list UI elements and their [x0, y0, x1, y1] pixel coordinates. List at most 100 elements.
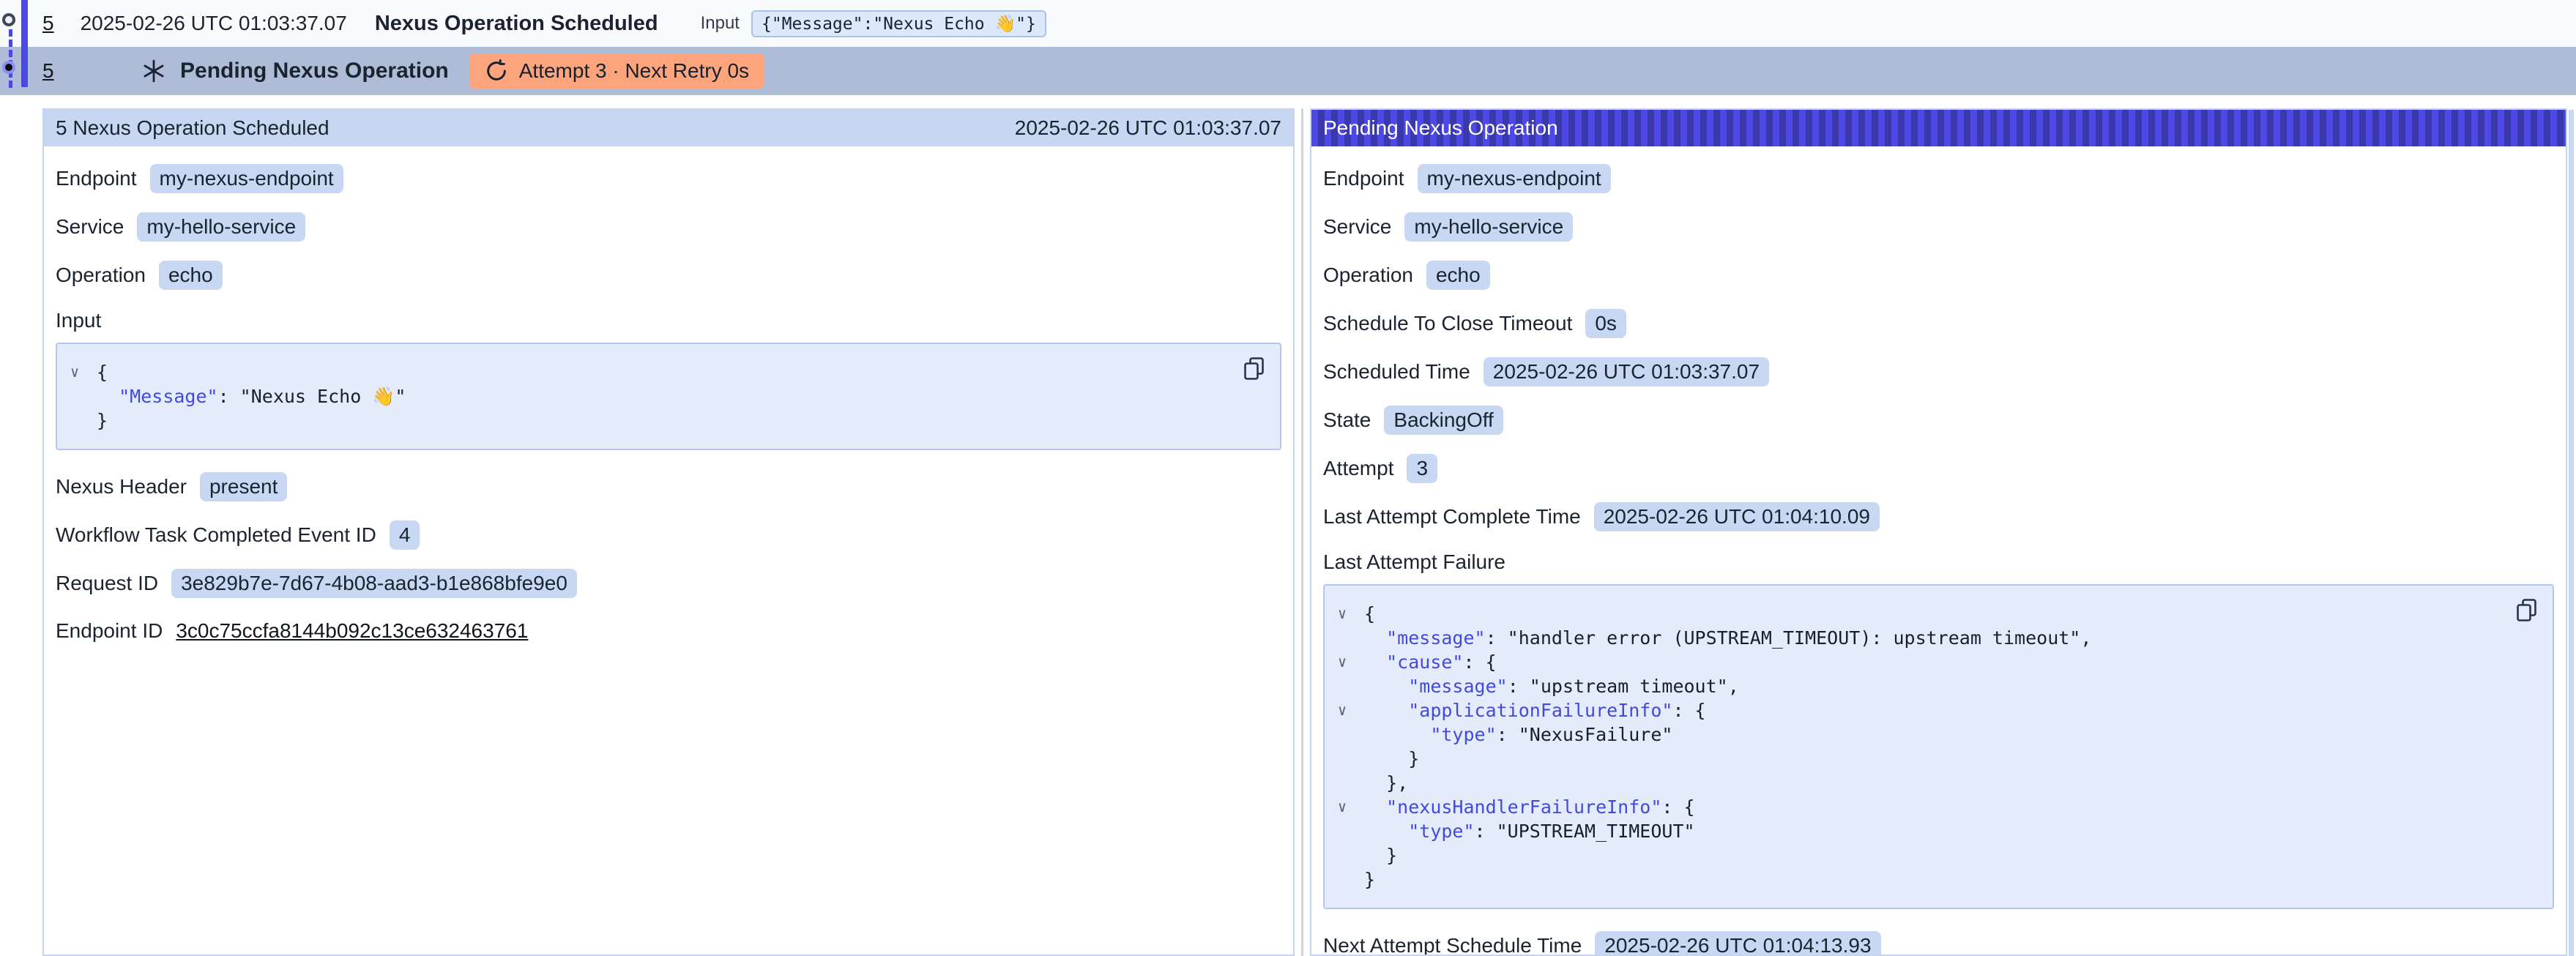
input-json-lines: ∨{ "Message": "Nexus Echo 👋"}	[64, 360, 1229, 433]
input-preview-chip: {"Message":"Nexus Echo 👋"}	[751, 10, 1046, 37]
field-request-id: Request ID3e829b7e-7d67-4b08-aad3-b1e868…	[56, 569, 1281, 598]
code-gutter	[64, 408, 97, 433]
code-gutter	[1332, 843, 1364, 867]
scheduled-event-fields: Endpoint my-nexus-endpoint Service my-hello…	[56, 164, 1281, 290]
field-workflow-task-completed-event-id: Workflow Task Completed Event ID4	[56, 520, 1281, 550]
code-text: }	[1364, 843, 1397, 867]
code-line: ∨ "applicationFailureInfo": {	[1332, 698, 2501, 722]
field-value-badge: 2025-02-26 UTC 01:04:10.09	[1594, 502, 1880, 531]
code-line: "type": "NexusFailure"	[1332, 722, 2501, 747]
collapse-chevron-icon[interactable]: ∨	[1332, 602, 1364, 626]
pending-operation-panel-body: Endpoint my-nexus-endpoint Service my-hello…	[1311, 146, 2566, 956]
field-label: Endpoint ID	[56, 619, 163, 643]
code-text: }	[97, 408, 108, 433]
scheduled-event-panel: 5 Nexus Operation Scheduled 2025-02-26 U…	[42, 108, 1295, 956]
code-line: "type": "UPSTREAM_TIMEOUT"	[1332, 819, 2501, 843]
field-label: Operation	[1323, 264, 1413, 287]
code-line: ∨ "cause": {	[1332, 650, 2501, 674]
code-gutter	[1332, 626, 1364, 650]
collapse-chevron-icon[interactable]: ∨	[1332, 795, 1364, 819]
code-text: "cause": {	[1364, 650, 1497, 674]
field-next-attempt-schedule-time: Next Attempt Schedule Time2025-02-26 UTC…	[1323, 931, 2554, 956]
scheduled-event-panel-timestamp: 2025-02-26 UTC 01:03:37.07	[1015, 116, 1281, 140]
event-detail-panels: 5 Nexus Operation Scheduled 2025-02-26 U…	[42, 108, 2576, 956]
workflow-timeline-line	[21, 0, 28, 87]
pending-operation-row[interactable]: 5 Pending Nexus Operation Attempt 3 · Ne…	[0, 47, 2576, 95]
code-gutter	[1332, 771, 1364, 795]
field-schedule-to-close-timeout: Schedule To Close Timeout 0s	[1323, 309, 2554, 338]
code-line: ∨ "nexusHandlerFailureInfo": {	[1332, 795, 2501, 819]
collapse-chevron-icon[interactable]: ∨	[64, 360, 97, 384]
pending-event-id-link[interactable]: 5	[42, 59, 139, 83]
field-label: Next Attempt Schedule Time	[1323, 934, 1582, 956]
pending-operation-panel-header: Pending Nexus Operation	[1311, 110, 2566, 146]
code-gutter	[1332, 747, 1364, 771]
field-label: Endpoint	[56, 167, 137, 190]
code-line: "message": "handler error (UPSTREAM_TIME…	[1332, 626, 2501, 650]
field-label: State	[1323, 408, 1371, 432]
event-id-link[interactable]: 5	[42, 12, 54, 35]
field-label: Service	[1323, 215, 1391, 239]
field-service: Service my-hello-service	[56, 212, 1281, 242]
code-text: },	[1364, 771, 1408, 795]
scheduled-event-panel-body: Endpoint my-nexus-endpoint Service my-hello…	[44, 146, 1293, 645]
field-label: Nexus Header	[56, 475, 187, 498]
code-gutter	[64, 384, 97, 408]
code-line: "message": "upstream timeout",	[1332, 674, 2501, 698]
pending-operation-fields: Endpoint my-nexus-endpoint Service my-hello…	[1323, 164, 2554, 531]
code-line: }	[64, 408, 1229, 433]
event-timestamp: 2025-02-26 UTC 01:03:37.07	[81, 12, 347, 35]
field-endpoint-id: Endpoint ID 3c0c75ccfa8144b092c13ce632463…	[56, 617, 1281, 645]
field-value-badge: my-nexus-endpoint	[1418, 164, 1611, 193]
copy-icon[interactable]	[2513, 596, 2541, 624]
field-value-badge: 3e829b7e-7d67-4b08-aad3-b1e868bfe9e0	[171, 569, 577, 598]
field-operation: Operation echo	[56, 261, 1281, 290]
retry-status-text: Attempt 3 · Next Retry 0s	[519, 59, 749, 83]
field-value-badge: 0s	[1585, 309, 1626, 338]
timeline-marker-open-icon	[2, 13, 15, 26]
field-last-attempt-complete-time: Last Attempt Complete Time2025-02-26 UTC…	[1323, 502, 2554, 531]
collapse-chevron-icon[interactable]: ∨	[1332, 650, 1364, 674]
field-value-link[interactable]: 3c0c75ccfa8144b092c13ce632463761	[176, 619, 528, 643]
code-text: "applicationFailureInfo": {	[1364, 698, 1706, 722]
field-value-badge: my-hello-service	[1404, 212, 1573, 242]
field-label: Operation	[56, 264, 146, 287]
field-value-badge: BackingOff	[1384, 406, 1503, 435]
code-text: "type": "NexusFailure"	[1364, 722, 1672, 747]
field-value-badge: my-nexus-endpoint	[150, 164, 343, 193]
field-endpoint: Endpoint my-nexus-endpoint	[56, 164, 1281, 193]
field-value-badge: echo	[159, 261, 223, 290]
field-value-badge: my-hello-service	[137, 212, 305, 242]
code-gutter	[1332, 867, 1364, 892]
field-label: Scheduled Time	[1323, 360, 1470, 384]
field-label: Endpoint	[1323, 167, 1404, 190]
scheduled-event-meta-fields: Nexus HeaderpresentWorkflow Task Complet…	[56, 472, 1281, 645]
field-value-badge: 3	[1407, 454, 1437, 483]
input-json-block: ∨{ "Message": "Nexus Echo 👋"}	[56, 343, 1281, 450]
collapse-chevron-icon[interactable]: ∨	[1332, 698, 1364, 722]
code-line: },	[1332, 771, 2501, 795]
event-history-view: 5 2025-02-26 UTC 01:03:37.07 Nexus Opera…	[0, 0, 2576, 956]
copy-icon[interactable]	[1240, 354, 1268, 382]
event-title: Nexus Operation Scheduled	[375, 12, 658, 36]
code-text: "type": "UPSTREAM_TIMEOUT"	[1364, 819, 1695, 843]
field-value-badge: 4	[390, 520, 420, 550]
asterisk-icon	[139, 56, 168, 86]
code-text: "message": "upstream timeout",	[1364, 674, 1739, 698]
field-scheduled-time: Scheduled Time 2025-02-26 UTC 01:03:37.07	[1323, 357, 2554, 386]
field-value-badge: echo	[1426, 261, 1490, 290]
code-line: ∨{	[64, 360, 1229, 384]
timeline-marker-current-icon	[2, 61, 15, 74]
field-attempt: Attempt3	[1323, 454, 2554, 483]
code-line: "Message": "Nexus Echo 👋"	[64, 384, 1229, 408]
scheduled-event-panel-header: 5 Nexus Operation Scheduled 2025-02-26 U…	[44, 110, 1293, 146]
code-text: }	[1364, 867, 1375, 892]
code-line: }	[1332, 867, 2501, 892]
field-value-badge: 2025-02-26 UTC 01:03:37.07	[1484, 357, 1769, 386]
event-summary-row[interactable]: 5 2025-02-26 UTC 01:03:37.07 Nexus Opera…	[0, 0, 2576, 47]
code-gutter	[1332, 722, 1364, 747]
scrollbar-track[interactable]	[2569, 110, 2574, 956]
field-label: Schedule To Close Timeout	[1323, 312, 1572, 335]
field-label: Service	[56, 215, 124, 239]
pending-operation-panel-title: Pending Nexus Operation	[1323, 116, 1558, 140]
